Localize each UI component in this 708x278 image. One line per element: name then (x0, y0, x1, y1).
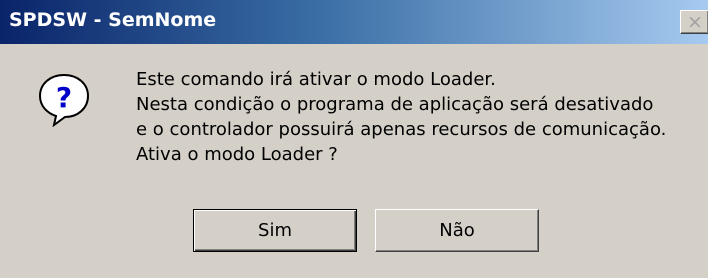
question-mark-glyph: ? (56, 81, 72, 114)
yes-button[interactable]: Sim (193, 209, 357, 252)
close-button[interactable]: × (680, 10, 708, 34)
window-title: SPDSW - SemNome (9, 9, 217, 31)
close-icon: × (687, 11, 703, 33)
no-button[interactable]: Não (375, 209, 539, 252)
message-line: Nesta condição o programa de aplicação s… (136, 94, 654, 115)
message-text: Este comando irá ativar o modo Loader. N… (136, 67, 706, 167)
message-line: e o controlador possuirá apenas recursos… (136, 119, 667, 140)
message-line: Ativa o modo Loader ? (136, 144, 338, 165)
question-icon: ? (38, 73, 90, 127)
title-bar[interactable]: SPDSW - SemNome × (0, 0, 708, 44)
message-dialog: SPDSW - SemNome × ? Este comando irá ati… (0, 0, 708, 278)
message-line: Este comando irá ativar o modo Loader. (136, 69, 496, 90)
